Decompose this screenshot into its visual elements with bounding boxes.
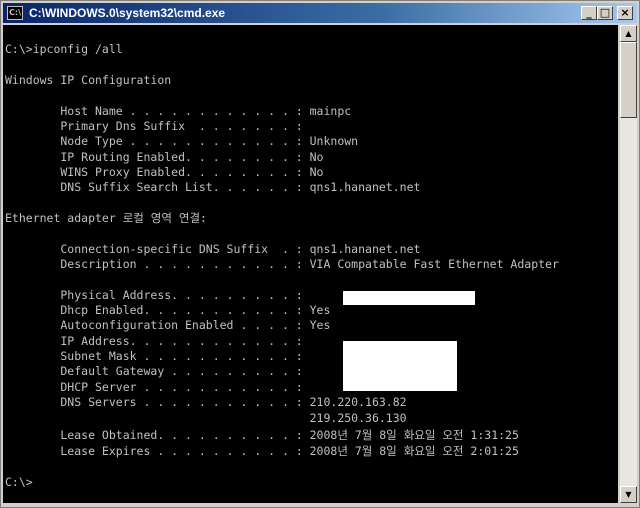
console-line: Default Gateway . . . . . . . . . :	[5, 364, 303, 378]
console-line: Subnet Mask . . . . . . . . . . . :	[5, 349, 303, 363]
vertical-scrollbar[interactable]: ▲ ▼	[620, 25, 637, 503]
console-line: C:\>ipconfig /all	[5, 42, 123, 56]
console-line: DNS Servers . . . . . . . . . . . : 210.…	[5, 395, 407, 409]
console-line: Windows IP Configuration	[5, 73, 172, 87]
console-line: Ethernet adapter 로컬 영역 연결:	[5, 211, 207, 225]
console-line: Dhcp Enabled. . . . . . . . . . . : Yes	[5, 303, 331, 317]
window-title: C:\WINDOWS.0\system32\cmd.exe	[29, 6, 226, 20]
console-line: Node Type . . . . . . . . . . . . : Unkn…	[5, 134, 359, 148]
console-line: IP Routing Enabled. . . . . . . . : No	[5, 150, 324, 164]
console-line: 219.250.36.130	[5, 411, 407, 425]
console-app-icon[interactable]: C:\	[7, 6, 23, 20]
scroll-down-arrow-icon[interactable]: ▼	[620, 486, 637, 503]
console-line: Host Name . . . . . . . . . . . . : main…	[5, 104, 352, 118]
console-line: DHCP Server . . . . . . . . . . . :	[5, 380, 303, 394]
console-output[interactable]: C:\>ipconfig /all Windows IP Configurati…	[3, 25, 618, 503]
scrollbar-thumb[interactable]	[620, 42, 637, 118]
console-line: Physical Address. . . . . . . . . :	[5, 288, 303, 302]
minimize-button[interactable]: _	[581, 6, 597, 20]
cmd-window: C:\ C:\WINDOWS.0\system32\cmd.exe _ □ × …	[0, 0, 640, 508]
close-button[interactable]: ×	[617, 6, 633, 20]
console-line: DNS Suffix Search List. . . . . . : qns1…	[5, 180, 421, 194]
console-line: IP Address. . . . . . . . . . . . :	[5, 334, 303, 348]
console-line: Lease Obtained. . . . . . . . . . : 2008…	[5, 428, 519, 442]
console-line: WINS Proxy Enabled. . . . . . . . : No	[5, 165, 324, 179]
console-line: C:\>	[5, 475, 33, 489]
console-line: Description . . . . . . . . . . . : VIA …	[5, 257, 559, 271]
console-line: Autoconfiguration Enabled . . . . : Yes	[5, 318, 331, 332]
scroll-up-arrow-icon[interactable]: ▲	[620, 25, 637, 42]
console-line: Primary Dns Suffix . . . . . . . :	[5, 119, 303, 133]
maximize-button[interactable]: □	[597, 6, 613, 20]
title-bar[interactable]: C:\ C:\WINDOWS.0\system32\cmd.exe _ □ ×	[3, 3, 637, 23]
console-line: Connection-specific DNS Suffix . : qns1.…	[5, 242, 421, 256]
console-line: Lease Expires . . . . . . . . . . : 2008…	[5, 444, 519, 458]
redaction-physical-address	[343, 291, 475, 305]
redaction-network-addresses	[343, 341, 457, 391]
